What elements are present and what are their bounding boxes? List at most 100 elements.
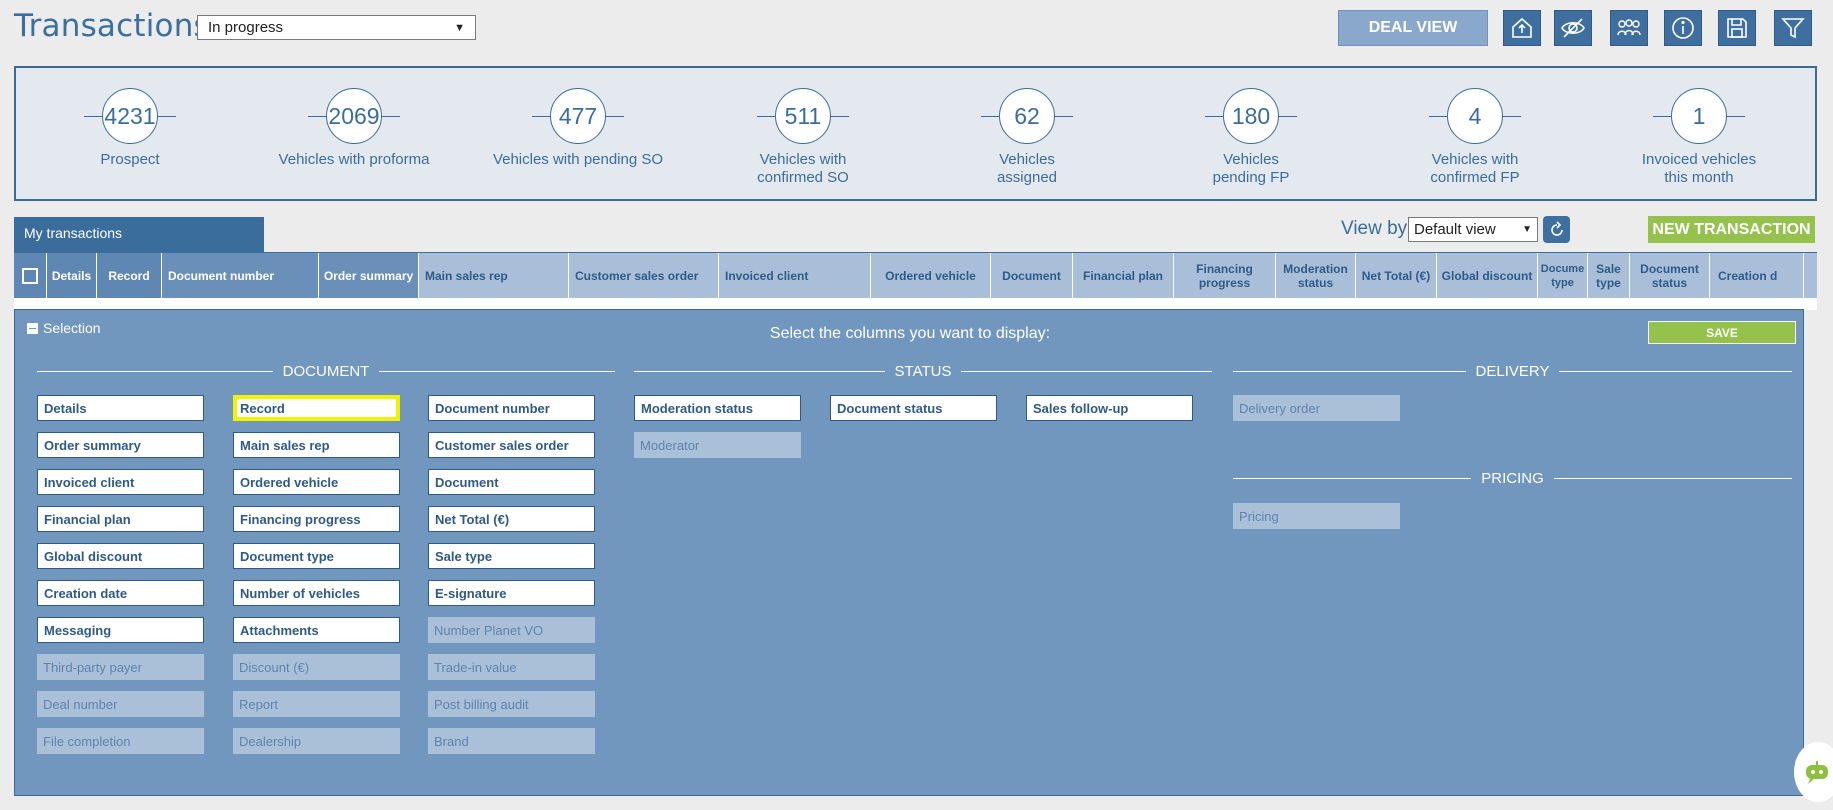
stat-proforma[interactable]: 2069 Vehicles with proforma <box>242 88 466 169</box>
stat-value: 511 <box>775 88 831 144</box>
column-header[interactable]: Ordered vehicle <box>871 253 991 299</box>
column-option[interactable]: Delivery order <box>1233 395 1400 421</box>
column-option[interactable]: Financial plan <box>37 506 204 532</box>
column-header[interactable]: Invoiced client <box>719 253 871 299</box>
column-option[interactable]: Document <box>428 469 595 495</box>
stat-label: Vehicles pending FP <box>1212 151 1290 186</box>
stats-panel: 4231 Prospect 2069 Vehicles with proform… <box>14 66 1817 201</box>
stat-assigned[interactable]: 62 Vehicles assigned <box>915 88 1139 187</box>
column-option[interactable]: Messaging <box>37 617 204 643</box>
table-header: Details Record Document number Order sum… <box>14 252 1817 299</box>
column-header[interactable]: Creation d <box>1710 253 1804 299</box>
export-button[interactable] <box>1503 10 1541 46</box>
column-header[interactable]: Net Total (€) <box>1356 253 1437 299</box>
column-option[interactable]: Moderator <box>634 432 801 458</box>
column-option[interactable]: Trade-in value <box>428 654 595 680</box>
column-option[interactable]: Deal number <box>37 691 204 717</box>
stat-confirmed-so[interactable]: 511 Vehicles with confirmed SO <box>691 88 915 187</box>
stat-prospect[interactable]: 4231 Prospect <box>18 88 242 169</box>
column-option[interactable]: Customer sales order <box>428 432 595 458</box>
column-option[interactable]: Details <box>37 395 204 421</box>
stat-value: 62 <box>999 88 1055 144</box>
stat-value: 477 <box>550 88 606 144</box>
column-option[interactable]: Global discount <box>37 543 204 569</box>
column-header[interactable]: Customer sales order <box>569 253 719 299</box>
group-title-label: DELIVERY <box>1475 362 1550 380</box>
column-header[interactable]: Financing progress <box>1174 253 1276 299</box>
column-option[interactable]: Sales follow-up <box>1026 395 1193 421</box>
column-option[interactable]: Number of vehicles <box>233 580 400 606</box>
column-header[interactable]: Document status <box>1630 253 1710 299</box>
column-header[interactable]: Details <box>47 253 97 299</box>
view-by-label: View by <box>1341 218 1408 239</box>
column-option[interactable]: Main sales rep <box>233 432 400 458</box>
column-option[interactable]: Number Planet VO <box>428 617 595 643</box>
column-option[interactable]: Post billing audit <box>428 691 595 717</box>
stat-label: Vehicles with pending SO <box>492 151 664 168</box>
column-option[interactable]: Third-party payer <box>37 654 204 680</box>
column-header[interactable]: Docume type <box>1538 253 1588 299</box>
column-option[interactable]: Brand <box>428 728 595 754</box>
column-header[interactable]: Global discount <box>1437 253 1538 299</box>
column-option[interactable]: File completion <box>37 728 204 754</box>
view-select[interactable]: Default view ▼ <box>1408 217 1538 242</box>
column-header[interactable]: Main sales rep <box>419 253 569 299</box>
select-all-cell[interactable] <box>14 253 47 299</box>
new-transaction-button[interactable]: NEW TRANSACTION <box>1648 216 1815 243</box>
column-header[interactable]: Order summary <box>319 253 419 299</box>
stat-value: 1 <box>1671 88 1727 144</box>
column-option[interactable]: Invoiced client <box>37 469 204 495</box>
column-header[interactable]: Record <box>97 253 162 299</box>
stat-value: 2069 <box>326 88 382 144</box>
export-icon <box>1512 17 1532 38</box>
column-option[interactable]: Document number <box>428 395 595 421</box>
column-option[interactable]: Sale type <box>428 543 595 569</box>
hide-button[interactable] <box>1554 10 1592 46</box>
filter-icon <box>1781 18 1805 39</box>
stat-value: 4 <box>1447 88 1503 144</box>
column-option[interactable]: Ordered vehicle <box>233 469 400 495</box>
column-header[interactable]: Financial plan <box>1073 253 1174 299</box>
column-header[interactable]: Sale type <box>1588 253 1630 299</box>
column-header[interactable]: Moderation status <box>1276 253 1356 299</box>
info-button[interactable] <box>1664 10 1702 46</box>
refresh-button[interactable] <box>1543 216 1570 243</box>
column-option[interactable]: Creation date <box>37 580 204 606</box>
filter-button[interactable] <box>1774 10 1812 46</box>
stat-confirmed-fp[interactable]: 4 Vehicles with confirmed FP <box>1363 88 1587 187</box>
save-view-button[interactable] <box>1718 10 1756 46</box>
column-header[interactable]: Document number <box>162 253 319 299</box>
column-option[interactable]: Dealership <box>233 728 400 754</box>
column-header[interactable]: Document <box>991 253 1073 299</box>
deal-view-button[interactable]: DEAL VIEW <box>1338 10 1488 46</box>
column-option[interactable]: Financing progress <box>233 506 400 532</box>
group-title-label: DOCUMENT <box>282 362 370 380</box>
column-selection-panel: Selection Select the columns you want to… <box>14 309 1804 796</box>
column-option[interactable]: Record <box>233 395 400 421</box>
status-select[interactable]: In progress ▼ <box>197 15 476 40</box>
chatbot-icon <box>1806 761 1828 784</box>
column-option[interactable]: Document status <box>830 395 997 421</box>
column-option[interactable]: Order summary <box>37 432 204 458</box>
column-option[interactable]: Moderation status <box>634 395 801 421</box>
group-title-document: DOCUMENT <box>37 362 616 380</box>
column-option[interactable]: Report <box>233 691 400 717</box>
save-columns-button[interactable]: SAVE <box>1648 321 1796 344</box>
tab-my-transactions[interactable]: My transactions <box>14 217 264 252</box>
column-option[interactable]: Discount (€) <box>233 654 400 680</box>
stat-label: Vehicles with confirmed FP <box>1430 151 1520 186</box>
chevron-down-icon: ▼ <box>454 21 465 34</box>
column-option[interactable]: Pricing <box>1233 503 1400 529</box>
stat-label: Vehicles with confirmed SO <box>757 151 849 186</box>
column-option[interactable]: Attachments <box>233 617 400 643</box>
team-button[interactable] <box>1610 10 1648 46</box>
column-option[interactable]: Net Total (€) <box>428 506 595 532</box>
info-icon <box>1672 17 1694 39</box>
page-title: Transactions <box>14 8 210 44</box>
stat-pending-so[interactable]: 477 Vehicles with pending SO <box>466 88 690 169</box>
stat-invoiced[interactable]: 1 Invoiced vehicles this month <box>1587 88 1811 187</box>
column-option[interactable]: Document type <box>233 543 400 569</box>
stat-pending-fp[interactable]: 180 Vehicles pending FP <box>1139 88 1363 187</box>
select-all-checkbox[interactable] <box>22 268 38 284</box>
column-option[interactable]: E-signature <box>428 580 595 606</box>
